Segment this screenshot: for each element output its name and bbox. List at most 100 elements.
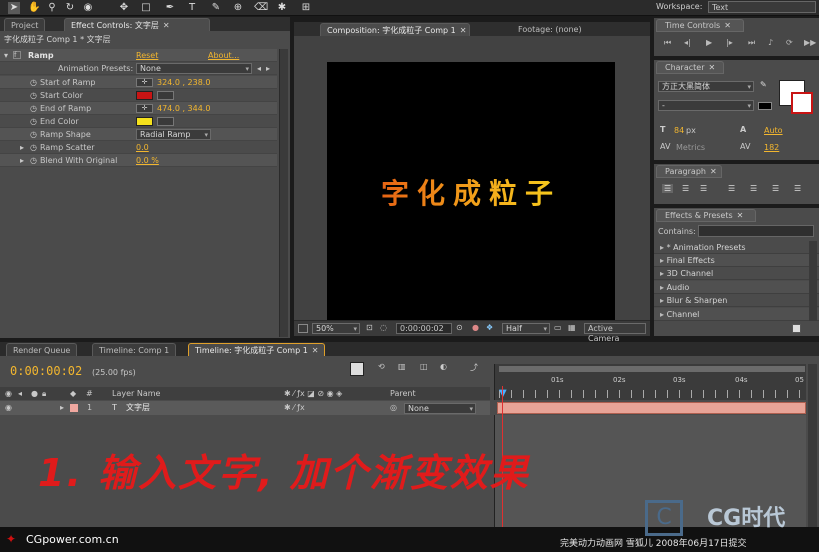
new-folder-icon[interactable] [792, 324, 801, 333]
pickwhip-icon[interactable]: ◎ [390, 401, 397, 415]
list-item[interactable]: * Animation Presets [654, 241, 819, 254]
visibility-toggle-icon[interactable]: ◉ [5, 401, 12, 415]
align-left-icon[interactable]: ☰ [662, 184, 674, 193]
tab-effect-controls[interactable]: Effect Controls: 文字层 ✕ [64, 18, 210, 31]
close-icon[interactable]: ✕ [737, 210, 744, 222]
puppet-tool-icon[interactable]: ✱ [276, 2, 288, 14]
zoom-tool-icon[interactable]: ⚲ [46, 2, 58, 14]
axis-mode-icon[interactable]: ⊞ [300, 2, 312, 14]
selection-tool-icon[interactable]: ➤ [8, 2, 20, 14]
end-color-swatch[interactable] [136, 117, 153, 126]
font-style-dropdown[interactable]: - [658, 100, 754, 111]
last-frame-icon[interactable]: ⏭ [748, 38, 755, 48]
effects-scrollbar[interactable] [809, 241, 817, 321]
close-icon[interactable]: ✕ [724, 20, 731, 32]
justify-left-icon[interactable]: ☰ [728, 184, 735, 193]
brush-tool-icon[interactable]: ✎ [210, 2, 222, 14]
eraser-tool-icon[interactable]: ⌫ [254, 2, 268, 14]
show-channel-icon[interactable]: ● [472, 323, 479, 332]
leading-value[interactable]: Auto [764, 126, 783, 135]
comp-mini-flowchart-icon[interactable] [350, 362, 364, 376]
motion-blur-icon[interactable]: ◐ [440, 362, 447, 371]
presets-dropdown[interactable]: None [136, 63, 252, 74]
crosshair-icon[interactable]: ✛ [136, 104, 153, 113]
graph-editor-icon[interactable]: ⤴ [470, 362, 478, 373]
transparency-grid-icon[interactable]: ▦ [568, 323, 576, 332]
camera-dropdown[interactable]: Active Camera [584, 323, 646, 343]
property-value[interactable]: 0.0 [136, 141, 149, 154]
eyedropper-icon[interactable] [157, 91, 174, 100]
disclosure-triangle-icon[interactable]: ▸ [20, 141, 24, 154]
tracking-value[interactable]: 182 [764, 143, 779, 152]
layer-duration-bar[interactable] [497, 402, 806, 414]
layer-switches-icon[interactable]: ✱ ⁄ ƒx [284, 401, 305, 415]
timeline-timecode[interactable]: 0:00:00:02 [10, 364, 82, 378]
region-of-interest-icon[interactable]: ▭ [554, 323, 562, 332]
stopwatch-icon[interactable]: ◷ [30, 115, 37, 128]
layer-name[interactable]: 文字层 [126, 401, 150, 415]
black-swatch-icon[interactable] [758, 102, 772, 110]
work-area-bar[interactable] [499, 366, 805, 372]
vertical-scrollbar[interactable] [279, 49, 288, 337]
audio-icon[interactable]: ♪ [768, 38, 773, 47]
workspace-dropdown[interactable]: Text [708, 1, 816, 13]
align-right-icon[interactable]: ☰ [700, 184, 707, 193]
justify-all-icon[interactable]: ☰ [794, 184, 801, 193]
ramp-shape-dropdown[interactable]: Radial Ramp [136, 129, 211, 140]
hide-shy-icon[interactable]: ◫ [420, 362, 428, 371]
resolution-dropdown[interactable]: Half [502, 323, 550, 334]
loop-icon[interactable]: ⟳ [786, 38, 793, 47]
disclosure-triangle-icon[interactable]: ▾ [4, 49, 8, 62]
list-item[interactable]: Audio [654, 281, 819, 294]
tab-composition[interactable]: Composition: 字化成粒子 Comp 1 ✕ [320, 23, 470, 36]
justify-center-icon[interactable]: ☰ [750, 184, 757, 193]
about-link[interactable]: About... [208, 49, 239, 62]
list-item[interactable]: Blur & Sharpen [654, 294, 819, 307]
pen-tool-icon[interactable]: ✒ [164, 2, 176, 14]
rotate-tool-icon[interactable]: ↻ [64, 2, 76, 14]
property-value[interactable]: 0.0 % [136, 154, 159, 167]
clone-tool-icon[interactable]: ⊕ [232, 2, 244, 14]
list-item[interactable]: 3D Channel [654, 267, 819, 280]
tab-footage[interactable]: Footage: (none) [512, 23, 588, 36]
prev-frame-icon[interactable]: ◂| [684, 38, 691, 47]
font-size-value[interactable]: 84 [674, 126, 684, 135]
live-update-icon[interactable]: ⟲ [378, 362, 385, 371]
layer-label-color[interactable] [70, 404, 78, 412]
rgb-channel-icon[interactable]: ❖ [486, 323, 493, 332]
snapshot-icon[interactable]: ⊙ [456, 323, 463, 332]
close-icon[interactable]: ✕ [709, 62, 716, 74]
parent-dropdown[interactable]: None [404, 403, 476, 414]
stopwatch-icon[interactable]: ◷ [30, 154, 37, 167]
list-item[interactable]: Channel [654, 308, 819, 321]
kerning-value[interactable]: Metrics [676, 143, 705, 152]
justify-right-icon[interactable]: ☰ [772, 184, 779, 193]
safe-zones-icon[interactable]: ⊡ [366, 323, 373, 332]
stroke-color-swatch[interactable] [791, 92, 813, 114]
tab-timeline-active[interactable]: Timeline: 字化成粒子 Comp 1 ✕ [188, 343, 326, 356]
tab-timeline-comp1[interactable]: Timeline: Comp 1 [92, 343, 177, 356]
hand-tool-icon[interactable]: ✋ [28, 2, 40, 14]
stopwatch-icon[interactable]: ◷ [30, 141, 37, 154]
reset-link[interactable]: Reset [136, 49, 158, 62]
draft-3d-icon[interactable]: ▥ [398, 362, 406, 371]
eyedropper-icon[interactable] [157, 117, 174, 126]
eyedropper-icon[interactable]: ✎ [760, 80, 767, 89]
layer-row[interactable]: ◉ ▸ 1 T 文字层 ✱ ⁄ ƒx ◎ None [0, 401, 490, 415]
property-value[interactable]: 474.0 , 344.0 [157, 102, 210, 115]
play-icon[interactable]: ▶ [706, 38, 712, 47]
time-ruler[interactable]: 01s 02s 03s 04s 05 ▼ [494, 364, 806, 400]
contains-search-input[interactable] [698, 225, 814, 237]
next-frame-icon[interactable]: |▸ [726, 38, 733, 47]
tab-render-queue[interactable]: Render Queue [6, 343, 78, 356]
zoom-dropdown[interactable]: 50% [312, 323, 360, 334]
fx-toggle-icon[interactable]: f [13, 51, 21, 59]
pan-behind-tool-icon[interactable]: ✥ [118, 2, 130, 14]
mask-view-icon[interactable]: ◌ [380, 323, 387, 332]
presets-prev-icon[interactable]: ◂ [257, 62, 261, 75]
layer-expand-icon[interactable]: ▸ [60, 401, 64, 415]
property-value[interactable]: 324.0 , 238.0 [157, 76, 210, 89]
always-preview-icon[interactable] [298, 324, 308, 333]
tab-project[interactable]: Project [4, 18, 46, 31]
first-frame-icon[interactable]: ⏮ [664, 38, 671, 48]
